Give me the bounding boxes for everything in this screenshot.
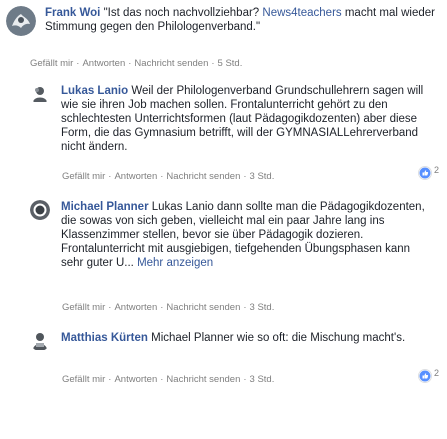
comment-text-part: Michael Planner wie so oft: die Mischung…	[151, 332, 406, 344]
comment-michael-planner: Michael Planner Lukas Lanio dann sollte …	[30, 200, 441, 270]
reply-link[interactable]: Antworten	[82, 58, 125, 69]
comment-text-part: "Ist das noch nachvollziehbar?	[103, 7, 263, 19]
timestamp[interactable]: 5 Std.	[218, 58, 243, 69]
author-name[interactable]: Matthias Kürten	[61, 332, 148, 344]
send-message-link[interactable]: Nachricht senden	[134, 58, 208, 69]
reaction-count[interactable]: 2	[418, 165, 440, 180]
author-name[interactable]: Lukas Lanio	[61, 85, 128, 97]
comment-text: Michael Planner Lukas Lanio dann sollte …	[61, 200, 431, 270]
reply-link[interactable]: Antworten	[114, 302, 157, 313]
reaction-bubble	[418, 166, 432, 180]
comment-actions: Gefällt mir · Antworten · Nachricht senden · 3…	[62, 374, 275, 385]
send-message-link[interactable]: Nachricht senden	[166, 374, 240, 385]
comment-actions: Gefällt mir · Antworten · Nachricht senden · 3…	[62, 171, 275, 182]
like-reaction-icon	[419, 370, 431, 382]
reaction-count[interactable]: 2	[418, 368, 440, 383]
avatar[interactable]	[30, 84, 50, 104]
comment-matthias-kuerten: Matthias Kürten Michael Planner wie so o…	[30, 331, 441, 351]
timestamp[interactable]: 3 Std.	[250, 171, 275, 182]
like-reaction-icon	[419, 167, 431, 179]
comment-actions: Gefällt mir · Antworten · Nachricht senden · 5…	[30, 58, 243, 69]
comment-actions: Gefällt mir · Antworten · Nachricht senden · 3…	[62, 302, 275, 313]
show-more-link[interactable]: Mehr anzeigen	[137, 257, 213, 269]
timestamp[interactable]: 3 Std.	[250, 374, 275, 385]
reply-link[interactable]: Antworten	[114, 171, 157, 182]
avatar[interactable]	[30, 200, 50, 220]
comment-text: Frank Woi "Ist das noch nachvollziehbar?…	[45, 6, 440, 34]
author-name[interactable]: Frank Woi	[45, 7, 100, 19]
author-name[interactable]: Michael Planner	[61, 201, 149, 213]
avatar[interactable]	[30, 331, 50, 351]
reaction-bubble	[418, 369, 432, 383]
avatar[interactable]	[6, 6, 36, 36]
like-link[interactable]: Gefällt mir	[62, 302, 105, 313]
comment-frank-woi: Frank Woi "Ist das noch nachvollziehbar?…	[6, 6, 441, 36]
comment-thread: Frank Woi "Ist das noch nachvollziehbar?…	[0, 0, 447, 439]
reaction-number: 2	[434, 368, 440, 378]
like-link[interactable]: Gefällt mir	[30, 58, 73, 69]
like-link[interactable]: Gefällt mir	[62, 374, 105, 385]
timestamp[interactable]: 3 Std.	[250, 302, 275, 313]
reply-link[interactable]: Antworten	[114, 374, 157, 385]
comment-text: Lukas Lanio Weil der Philologenverband G…	[61, 84, 431, 154]
send-message-link[interactable]: Nachricht senden	[166, 302, 240, 313]
reaction-number: 2	[434, 165, 440, 175]
like-link[interactable]: Gefällt mir	[62, 171, 105, 182]
send-message-link[interactable]: Nachricht senden	[166, 171, 240, 182]
mention-link[interactable]: News4teachers	[262, 7, 341, 19]
comment-lukas-lanio: Lukas Lanio Weil der Philologenverband G…	[30, 84, 441, 154]
comment-text: Matthias Kürten Michael Planner wie so o…	[61, 331, 431, 345]
